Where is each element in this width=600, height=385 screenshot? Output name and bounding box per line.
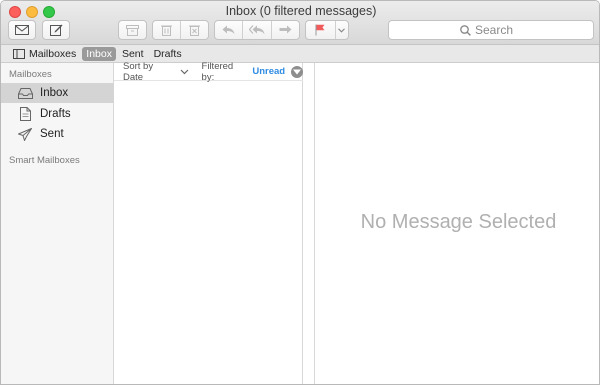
inbox-tray-icon	[16, 87, 34, 99]
message-list: Sort by Date Filtered by: Unread	[114, 60, 304, 384]
flag-menu-button[interactable]	[334, 21, 348, 39]
document-icon	[16, 107, 34, 121]
mailboxes-toggle-button[interactable]: Mailboxes	[9, 47, 80, 61]
favorites-bar: Mailboxes Inbox Sent Drafts	[1, 45, 599, 63]
filter-icon[interactable]	[291, 65, 304, 78]
reply-segment	[214, 20, 300, 40]
sort-label: Sort by Date	[123, 60, 154, 83]
favorite-inbox[interactable]: Inbox	[82, 46, 116, 61]
reply-button[interactable]	[215, 21, 242, 39]
paper-plane-icon	[16, 127, 34, 141]
flag-segment	[305, 20, 349, 40]
favorite-sent[interactable]: Sent	[118, 47, 148, 61]
trash-icon	[161, 25, 172, 36]
filter-label: Filtered by:	[201, 60, 234, 83]
filter-value-button[interactable]: Unread	[252, 66, 285, 77]
mail-window: Inbox (0 filtered messages) Search Mailb…	[0, 0, 600, 385]
search-icon	[460, 25, 471, 36]
favorite-drafts[interactable]: Drafts	[150, 47, 186, 61]
archive-button[interactable]	[118, 20, 147, 40]
title-toolbar: Inbox (0 filtered messages)	[1, 1, 599, 45]
sidebar-item-label: Sent	[40, 128, 64, 140]
reply-icon	[222, 25, 235, 35]
sidebar-item-inbox[interactable]: Inbox	[1, 83, 114, 103]
sidebar-item-label: Inbox	[40, 87, 69, 99]
sidebar-item-label: Drafts	[40, 108, 71, 120]
compose-icon	[49, 24, 62, 36]
message-preview-pane: No Message Selected	[316, 63, 599, 384]
archive-box-icon	[126, 24, 139, 36]
delete-button[interactable]	[153, 21, 180, 39]
search-field[interactable]	[388, 20, 594, 40]
mailboxes-toggle-label: Mailboxes	[29, 47, 77, 60]
chevron-down-icon	[338, 27, 346, 33]
envelope-icon	[15, 25, 29, 35]
flag-icon	[315, 24, 325, 36]
forward-button[interactable]	[270, 21, 299, 39]
junk-trash-icon	[189, 25, 200, 36]
forward-icon	[279, 25, 292, 34]
no-message-selected-text: No Message Selected	[360, 211, 557, 233]
mailbox-sidebar: Mailboxes Inbox Drafts Sent Smart Mailbo…	[1, 63, 114, 384]
window-title: Inbox (0 filtered messages)	[225, 4, 377, 18]
sidebar-toggle-icon	[13, 48, 25, 59]
reply-all-icon	[248, 25, 265, 35]
sidebar-item-sent[interactable]: Sent	[1, 124, 114, 144]
reply-all-button[interactable]	[242, 21, 270, 39]
flag-button[interactable]	[306, 21, 335, 39]
chevron-down-icon	[180, 69, 188, 74]
pane-divider[interactable]	[303, 63, 315, 384]
sidebar-section-smart-mailboxes[interactable]: Smart Mailboxes	[9, 155, 80, 166]
compose-button[interactable]	[42, 20, 70, 40]
get-mail-button[interactable]	[8, 20, 36, 40]
junk-button[interactable]	[180, 21, 208, 39]
delete-junk-segment	[152, 20, 209, 40]
search-input[interactable]	[475, 22, 585, 38]
sidebar-item-drafts[interactable]: Drafts	[1, 104, 114, 124]
sort-by-button[interactable]: Sort by Date	[123, 61, 189, 83]
sidebar-section-mailboxes[interactable]: Mailboxes	[9, 69, 52, 80]
sort-filter-bar: Sort by Date Filtered by: Unread	[114, 60, 304, 83]
